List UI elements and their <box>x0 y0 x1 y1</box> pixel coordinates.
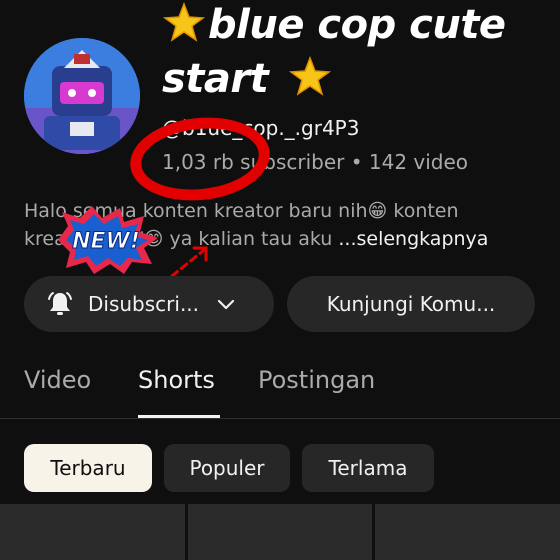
subscribed-button[interactable]: Disubscri... <box>24 276 274 332</box>
short-thumbnail[interactable] <box>188 504 372 560</box>
channel-avatar[interactable] <box>24 38 140 154</box>
channel-title-text: blue cop cute <box>208 2 506 48</box>
sparkle-star-icon <box>288 55 331 96</box>
channel-title-text-2: start <box>162 56 269 102</box>
sparkle-star-icon <box>162 1 206 42</box>
red-arrow-icon <box>170 246 208 278</box>
robot-avatar-icon <box>24 38 140 154</box>
chevron-down-icon <box>217 299 235 310</box>
short-thumbnail[interactable] <box>0 504 185 560</box>
read-more-link[interactable]: ...selengkapnya <box>338 228 488 250</box>
filter-chip-populer[interactable]: Populer <box>164 444 290 492</box>
visit-community-label: Kunjungi Komu... <box>326 292 496 316</box>
filter-chip-terlama[interactable]: Terlama <box>302 444 434 492</box>
filter-chip-terbaru[interactable]: Terbaru <box>24 444 152 492</box>
tab-postingan[interactable]: Postingan <box>258 366 375 394</box>
channel-title-line-1: blue cop cute <box>162 1 506 48</box>
tab-shorts[interactable]: Shorts <box>138 366 215 394</box>
new-sticker-text: NEW! <box>72 229 140 254</box>
new-burst-sticker: NEW! <box>58 206 158 274</box>
tab-video[interactable]: Video <box>24 366 91 394</box>
subscribed-label: Disubscri... <box>88 292 200 316</box>
short-thumbnail[interactable] <box>375 504 560 560</box>
tabs-divider <box>0 418 560 419</box>
channel-title-line-2: start <box>162 55 332 102</box>
bell-icon <box>48 292 72 315</box>
visit-community-button[interactable]: Kunjungi Komu... <box>287 276 535 332</box>
